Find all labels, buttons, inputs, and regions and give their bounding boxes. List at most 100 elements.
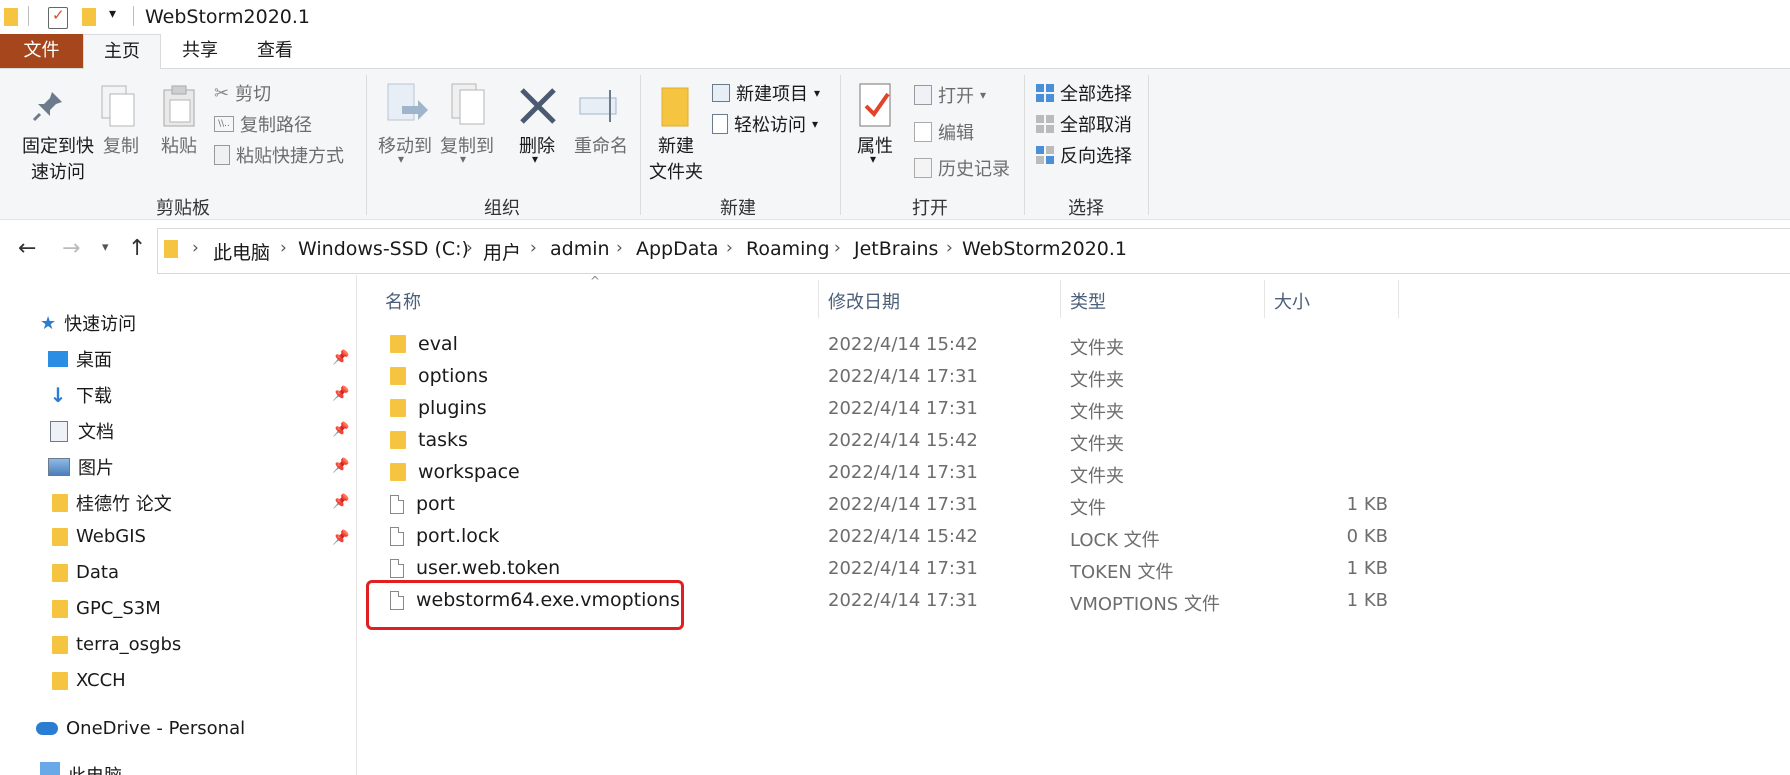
open-icon xyxy=(914,85,932,105)
copy-to-button[interactable]: 复制到 xyxy=(434,134,500,160)
copy-path-button[interactable]: \\.. 复制路径 xyxy=(214,111,312,137)
pin-quick-access-button[interactable]: 固定到快 速访问 xyxy=(10,134,106,186)
file-type: 文件夹 xyxy=(1070,402,1124,423)
sidebar-item-folder[interactable]: WebGIS xyxy=(52,526,146,547)
select-none-button[interactable]: 全部取消 xyxy=(1036,111,1132,137)
pinned-icon: 📌 xyxy=(332,422,350,438)
file-icon xyxy=(390,494,404,514)
breadcrumb-item[interactable]: WebStorm2020.1 xyxy=(962,238,1127,260)
up-arrow-icon[interactable]: ↑ xyxy=(128,236,146,261)
clipboard-group-label: 剪贴板 xyxy=(156,198,210,219)
cloud-icon xyxy=(36,722,58,735)
column-header-name[interactable]: 名称 xyxy=(385,288,421,314)
file-type: VMOPTIONS 文件 xyxy=(1070,594,1220,615)
move-to-button[interactable]: 移动到 xyxy=(372,134,438,160)
select-all-button[interactable]: 全部选择 xyxy=(1036,80,1132,106)
open-label: 打开 xyxy=(938,86,974,107)
paste-shortcut-button[interactable]: 粘贴快捷方式 xyxy=(214,142,344,168)
sidebar-item-desktop[interactable]: 桌面 xyxy=(48,346,112,372)
file-type: 文件 xyxy=(1070,498,1106,519)
paste-button[interactable]: 粘贴 xyxy=(154,134,204,160)
rename-icon xyxy=(578,86,622,130)
history-button[interactable]: 历史记录 xyxy=(914,155,1010,181)
sidebar-item-pictures[interactable]: 图片 xyxy=(48,454,114,480)
breadcrumb-separator[interactable]: › xyxy=(192,238,199,258)
organize-group-label: 组织 xyxy=(484,198,520,219)
sidebar-item-folder[interactable]: 桂德竹 论文 xyxy=(52,490,172,516)
sidebar-item-folder[interactable]: GPC_S3M xyxy=(52,598,161,619)
file-name: plugins xyxy=(418,397,487,419)
new-item-label: 新建项目 xyxy=(736,84,808,105)
pinned-icon: 📌 xyxy=(332,494,350,510)
sidebar-item-folder[interactable]: Data xyxy=(52,562,119,583)
new-folder-quick-icon[interactable] xyxy=(82,8,96,26)
column-divider[interactable] xyxy=(1060,280,1061,318)
copy-to-dropdown-icon[interactable]: ▾ xyxy=(460,152,466,166)
breadcrumb-separator[interactable]: › xyxy=(834,238,841,258)
new-item-button[interactable]: 新建项目 ▾ xyxy=(712,80,820,106)
folder-icon xyxy=(390,399,406,417)
breadcrumb-separator[interactable]: › xyxy=(280,238,287,258)
sidebar-item-downloads[interactable]: ↓ 下载 xyxy=(48,382,112,408)
documents-icon xyxy=(50,420,68,442)
open-button[interactable]: 打开 ▾ xyxy=(914,82,986,108)
sidebar-item-folder[interactable]: terra_osgbs xyxy=(52,634,181,655)
breadcrumb-separator[interactable]: › xyxy=(946,238,953,258)
column-header-modified[interactable]: 修改日期 xyxy=(828,288,900,314)
sidebar-item-label: GPC_S3M xyxy=(76,598,161,619)
column-header-type[interactable]: 类型 xyxy=(1070,288,1106,314)
recent-locations-chevron-icon[interactable]: ▾ xyxy=(102,240,109,255)
forward-arrow-icon[interactable]: → xyxy=(62,236,80,261)
folder-icon xyxy=(390,335,406,353)
pinned-icon: 📌 xyxy=(332,458,350,474)
sidebar-quick-access[interactable]: ★ 快速访问 xyxy=(40,310,136,336)
breadcrumb-separator[interactable]: › xyxy=(616,238,623,258)
sidebar-item-folder[interactable]: XCCH xyxy=(52,670,126,691)
tab-home[interactable]: 主页 xyxy=(83,34,161,70)
sidebar-onedrive[interactable]: OneDrive - Personal xyxy=(36,718,245,739)
new-group-label: 新建 xyxy=(720,198,756,219)
breadcrumb-item[interactable]: Roaming xyxy=(746,238,830,260)
properties-quick-icon[interactable]: ✓ xyxy=(48,6,68,29)
tab-share[interactable]: 共享 xyxy=(170,34,230,68)
breadcrumb-item[interactable]: admin xyxy=(550,238,610,260)
edit-button[interactable]: 编辑 xyxy=(914,119,974,145)
breadcrumb-separator[interactable]: › xyxy=(530,238,537,258)
breadcrumb-item[interactable]: 用户 xyxy=(483,238,521,265)
sidebar-item-documents[interactable]: 文档 xyxy=(48,418,114,444)
breadcrumb-item[interactable]: JetBrains xyxy=(854,238,938,260)
column-divider[interactable] xyxy=(1398,280,1399,318)
breadcrumb-separator[interactable]: › xyxy=(726,238,733,258)
file-size: 1 KB xyxy=(1346,494,1388,515)
column-header-size[interactable]: 大小 xyxy=(1274,288,1310,314)
breadcrumb-item[interactable]: AppData xyxy=(636,238,719,260)
new-folder-icon xyxy=(658,84,694,134)
rename-button[interactable]: 重命名 xyxy=(568,134,634,160)
history-icon xyxy=(914,158,932,178)
column-divider[interactable] xyxy=(1264,280,1265,318)
file-type: 文件夹 xyxy=(1070,434,1124,455)
tab-view[interactable]: 查看 xyxy=(245,34,305,68)
file-type: 文件夹 xyxy=(1070,466,1124,487)
customize-toolbar-icon[interactable]: ▾ xyxy=(109,6,116,22)
file-name: tasks xyxy=(418,429,468,451)
invert-selection-button[interactable]: 反向选择 xyxy=(1036,142,1132,168)
open-group-label: 打开 xyxy=(912,198,948,219)
breadcrumb-item[interactable]: Windows-SSD (C:) xyxy=(298,238,469,260)
easy-access-button[interactable]: 轻松访问 ▾ xyxy=(712,111,818,137)
sidebar-this-pc[interactable]: 此电脑 xyxy=(40,762,122,775)
column-divider[interactable] xyxy=(818,280,819,318)
back-arrow-icon[interactable]: ← xyxy=(18,236,36,261)
folder-icon xyxy=(52,527,68,546)
tab-file[interactable]: 文件 xyxy=(0,34,83,68)
properties-dropdown-icon[interactable]: ▾ xyxy=(870,152,876,166)
file-modified: 2022/4/14 17:31 xyxy=(828,366,978,387)
breadcrumb-separator[interactable]: › xyxy=(466,238,473,258)
copy-button[interactable]: 复制 xyxy=(96,134,146,160)
delete-dropdown-icon[interactable]: ▾ xyxy=(532,152,538,166)
new-folder-button[interactable]: 新建 文件夹 xyxy=(644,134,708,186)
cut-button[interactable]: ✂ 剪切 xyxy=(214,80,271,106)
move-to-dropdown-icon[interactable]: ▾ xyxy=(398,152,404,166)
breadcrumb-item[interactable]: 此电脑 xyxy=(213,238,270,265)
title-bar: ✓ ▾ WebStorm2020.1 xyxy=(0,0,1790,34)
